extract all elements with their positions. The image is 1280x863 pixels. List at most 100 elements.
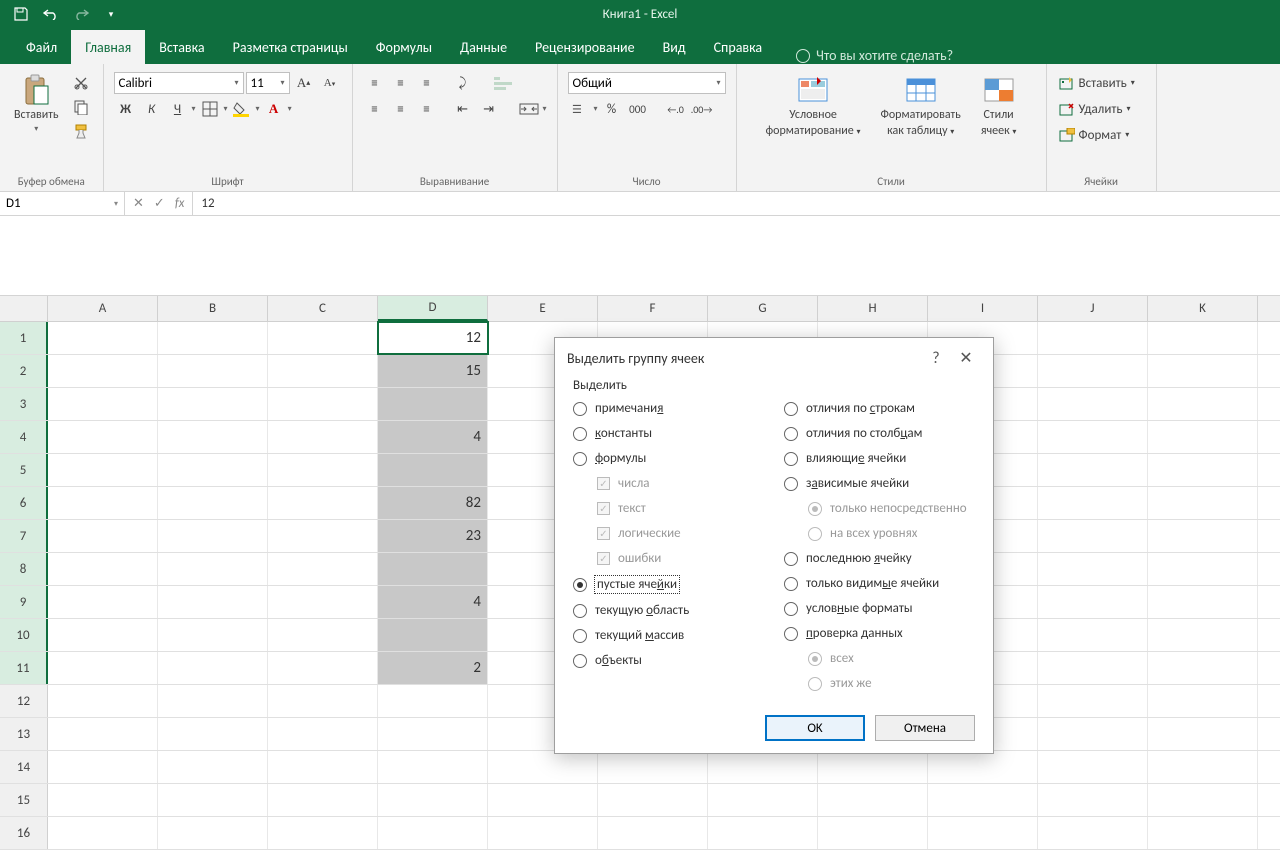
- row-header[interactable]: 10: [0, 619, 48, 651]
- radio-last-cell[interactable]: последнюю ячейку: [784, 551, 975, 566]
- align-left-icon[interactable]: ≡: [363, 98, 387, 120]
- dialog-close-button[interactable]: ✕: [951, 348, 981, 368]
- column-header[interactable]: I: [928, 296, 1038, 321]
- cell[interactable]: [1038, 487, 1148, 519]
- delete-cells-button[interactable]: Удалить▾: [1057, 98, 1133, 120]
- row-header[interactable]: 9: [0, 586, 48, 618]
- cell[interactable]: [708, 751, 818, 783]
- cell[interactable]: [1148, 619, 1258, 651]
- cell[interactable]: 23: [378, 520, 488, 552]
- cell[interactable]: [158, 817, 268, 849]
- undo-icon[interactable]: [42, 5, 60, 23]
- cell[interactable]: [48, 421, 158, 453]
- dialog-help-button[interactable]: ?: [921, 349, 951, 368]
- cell[interactable]: [158, 355, 268, 387]
- font-color-icon[interactable]: A: [262, 98, 286, 120]
- cancel-formula-icon[interactable]: ✕: [133, 196, 144, 211]
- insert-cells-button[interactable]: Вставить▾: [1057, 72, 1137, 94]
- cell[interactable]: [1038, 619, 1148, 651]
- decrease-font-icon[interactable]: A▾: [318, 72, 342, 94]
- column-header[interactable]: B: [158, 296, 268, 321]
- paste-button[interactable]: Вставить ▾: [10, 72, 63, 136]
- cell[interactable]: [158, 718, 268, 750]
- cell[interactable]: [1038, 751, 1148, 783]
- cell[interactable]: [1038, 586, 1148, 618]
- save-icon[interactable]: [12, 5, 30, 23]
- cell[interactable]: [158, 652, 268, 684]
- cell[interactable]: [1148, 520, 1258, 552]
- row-header[interactable]: 11: [0, 652, 48, 684]
- cell[interactable]: [158, 322, 268, 354]
- cell[interactable]: [268, 553, 378, 585]
- tab-formulas[interactable]: Формулы: [362, 30, 446, 64]
- cell[interactable]: [48, 652, 158, 684]
- tab-review[interactable]: Рецензирование: [521, 30, 649, 64]
- cell[interactable]: [268, 751, 378, 783]
- cell[interactable]: [48, 619, 158, 651]
- cell[interactable]: [1038, 322, 1148, 354]
- cell[interactable]: [1038, 355, 1148, 387]
- cell[interactable]: [158, 784, 268, 816]
- cell[interactable]: [268, 619, 378, 651]
- radio-blanks[interactable]: пустые ячейки: [573, 576, 764, 593]
- tell-me-search[interactable]: Что вы хотите сделать?: [796, 47, 953, 64]
- cell[interactable]: [1038, 520, 1148, 552]
- cell[interactable]: [1148, 421, 1258, 453]
- cell[interactable]: [48, 388, 158, 420]
- borders-icon[interactable]: [198, 98, 222, 120]
- increase-indent-icon[interactable]: ⇥: [477, 98, 501, 120]
- row-header[interactable]: 14: [0, 751, 48, 783]
- cell[interactable]: [48, 355, 158, 387]
- cell[interactable]: [378, 751, 488, 783]
- cut-icon[interactable]: [69, 72, 93, 94]
- fx-icon[interactable]: fx: [175, 196, 185, 211]
- row-header[interactable]: 8: [0, 553, 48, 585]
- cell[interactable]: [378, 817, 488, 849]
- row-header[interactable]: 6: [0, 487, 48, 519]
- cell[interactable]: [48, 520, 158, 552]
- cell[interactable]: [158, 520, 268, 552]
- cell[interactable]: [268, 355, 378, 387]
- cell[interactable]: [1038, 553, 1148, 585]
- italic-button[interactable]: К: [140, 98, 164, 120]
- cell[interactable]: [1148, 817, 1258, 849]
- cell[interactable]: [488, 751, 598, 783]
- redo-icon[interactable]: [72, 5, 90, 23]
- row-header[interactable]: 16: [0, 817, 48, 849]
- cell[interactable]: [48, 718, 158, 750]
- number-format-combo[interactable]: Общий▾: [568, 72, 726, 94]
- cell[interactable]: [158, 553, 268, 585]
- column-header[interactable]: J: [1038, 296, 1148, 321]
- column-header[interactable]: F: [598, 296, 708, 321]
- cell[interactable]: [268, 322, 378, 354]
- cell[interactable]: [1038, 652, 1148, 684]
- comma-format-icon[interactable]: 000: [626, 98, 650, 120]
- ok-button[interactable]: OK: [765, 715, 865, 741]
- conditional-formatting-button[interactable]: Условное форматирование ▾: [762, 72, 865, 140]
- cell[interactable]: [1148, 718, 1258, 750]
- row-header[interactable]: 7: [0, 520, 48, 552]
- cell[interactable]: [1038, 388, 1148, 420]
- radio-current-region[interactable]: текущую область: [573, 603, 764, 618]
- name-box[interactable]: D1▾: [0, 192, 125, 215]
- cell[interactable]: [378, 718, 488, 750]
- cell[interactable]: [488, 817, 598, 849]
- fill-color-icon[interactable]: [230, 98, 254, 120]
- increase-font-icon[interactable]: A▴: [292, 72, 316, 94]
- wrap-text-icon[interactable]: [491, 72, 515, 94]
- radio-formulas[interactable]: формулы: [573, 451, 764, 466]
- qat-customize-icon[interactable]: ▾: [102, 5, 120, 23]
- cell[interactable]: [268, 388, 378, 420]
- cell[interactable]: [1038, 421, 1148, 453]
- tab-data[interactable]: Данные: [446, 30, 521, 64]
- tab-insert[interactable]: Вставка: [145, 30, 218, 64]
- radio-dependents[interactable]: зависимые ячейки: [784, 476, 975, 491]
- merge-center-icon[interactable]: [517, 98, 541, 120]
- cell[interactable]: [708, 817, 818, 849]
- cell[interactable]: [1148, 586, 1258, 618]
- underline-button[interactable]: Ч: [166, 98, 190, 120]
- cell[interactable]: [1148, 388, 1258, 420]
- cell[interactable]: [928, 817, 1038, 849]
- cell[interactable]: [598, 784, 708, 816]
- format-cells-button[interactable]: Формат▾: [1057, 124, 1132, 146]
